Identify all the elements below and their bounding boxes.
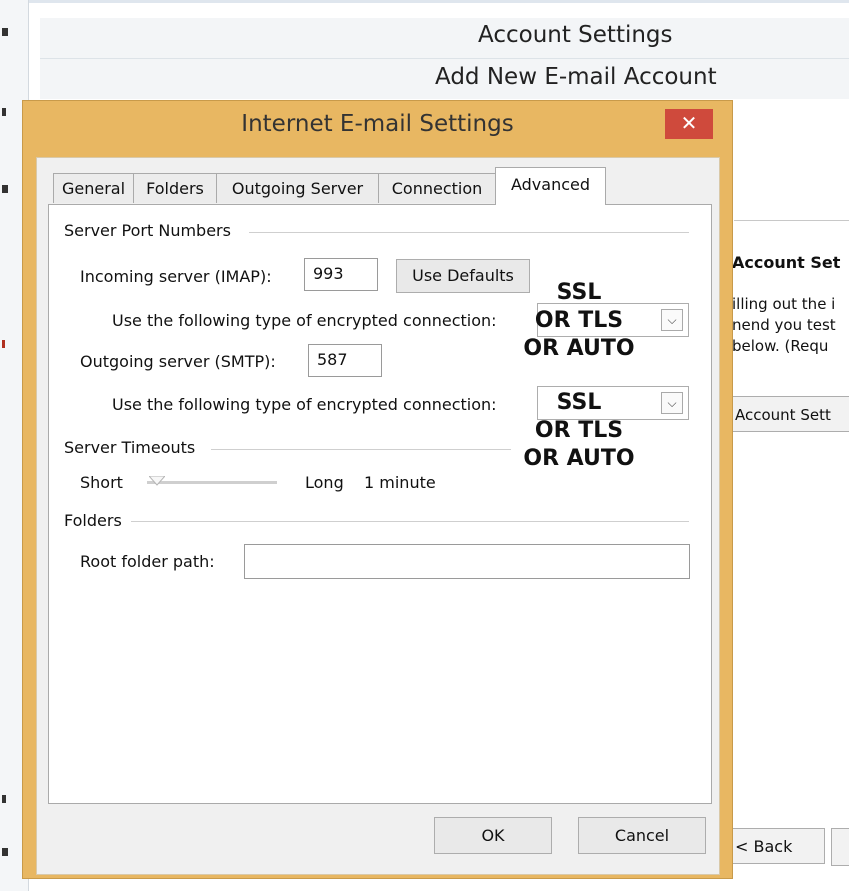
group-divider	[211, 449, 511, 450]
background-edge-mark	[2, 28, 8, 36]
background-window-subheader: Add New E-mail Account	[40, 59, 849, 99]
server-timeouts-group-title: Server Timeouts	[64, 438, 196, 457]
server-port-numbers-group-title: Server Port Numbers	[64, 221, 231, 240]
root-folder-path-input[interactable]	[244, 544, 690, 579]
outgoing-port-input[interactable]: 587	[308, 344, 382, 377]
tab-label: Folders	[146, 179, 204, 198]
tab-label: Outgoing Server	[231, 179, 364, 198]
chevron-down-icon: ⌵	[661, 309, 683, 331]
background-edge-mark	[2, 340, 5, 348]
annotation-line: OR TLS	[534, 418, 624, 443]
background-section-heading: Account Set	[732, 253, 841, 272]
timeout-long-label: Long	[305, 473, 344, 492]
annotation-line: SSL	[556, 280, 602, 305]
close-icon: ✕	[680, 111, 698, 135]
outgoing-server-label: Outgoing server (SMTP):	[80, 352, 276, 371]
folders-group-title: Folders	[64, 511, 122, 530]
close-button[interactable]: ✕	[665, 109, 713, 139]
tab-advanced[interactable]: Advanced	[495, 167, 606, 205]
server-timeout-slider[interactable]	[147, 481, 277, 484]
annotation-line: OR TLS	[534, 308, 624, 333]
outgoing-encryption-label: Use the following type of encrypted conn…	[112, 395, 497, 414]
background-window-title: Account Settings	[478, 22, 673, 48]
timeout-value: 1 minute	[364, 473, 436, 492]
timeout-short-label: Short	[80, 473, 123, 492]
tab-folders[interactable]: Folders	[133, 173, 217, 203]
background-top-border	[0, 0, 849, 3]
encryption-annotation-incoming: SSL OR TLS OR AUTO	[499, 279, 659, 363]
background-right-panel	[724, 100, 849, 891]
incoming-server-label: Incoming server (IMAP):	[80, 267, 272, 286]
chevron-down-icon: ⌵	[661, 392, 683, 414]
background-edge-mark	[2, 185, 8, 193]
background-edge-mark	[2, 795, 6, 803]
account-settings-button[interactable]: Account Sett	[728, 396, 849, 432]
tab-label: General	[61, 179, 126, 198]
cancel-button[interactable]: Cancel	[578, 817, 706, 854]
background-text-line: nend you test	[732, 316, 836, 334]
tab-label: Connection	[391, 179, 483, 198]
annotation-line: OR AUTO	[523, 336, 635, 361]
background-window-subtitle: Add New E-mail Account	[435, 64, 717, 90]
background-text-line: illing out the i	[732, 295, 836, 313]
incoming-port-input[interactable]: 993	[304, 258, 378, 291]
background-edge-mark	[2, 108, 6, 116]
tab-general[interactable]: General	[53, 173, 134, 203]
incoming-encryption-label: Use the following type of encrypted conn…	[112, 311, 497, 330]
dialog-title: Internet E-mail Settings	[241, 111, 514, 137]
slider-thumb[interactable]	[149, 476, 165, 486]
tab-label: Advanced	[510, 175, 591, 194]
group-divider	[249, 232, 689, 233]
group-divider	[131, 521, 689, 522]
root-folder-path-label: Root folder path:	[80, 552, 215, 571]
tab-connection[interactable]: Connection	[378, 173, 496, 203]
annotation-line: SSL	[556, 390, 602, 415]
annotation-line: OR AUTO	[523, 446, 635, 471]
background-text-line: below. (Requ	[732, 337, 829, 355]
internet-email-settings-dialog: Internet E-mail Settings ✕ General Folde…	[22, 100, 733, 879]
tab-outgoing-server[interactable]: Outgoing Server	[216, 173, 379, 203]
background-window-titlebar: Account Settings	[40, 18, 849, 59]
ok-button[interactable]: OK	[434, 817, 552, 854]
background-separator	[734, 220, 849, 221]
background-edge-mark	[2, 848, 8, 856]
next-button[interactable]	[831, 828, 849, 866]
encryption-annotation-outgoing: SSL OR TLS OR AUTO	[499, 389, 659, 473]
back-button[interactable]: < Back	[728, 828, 825, 864]
